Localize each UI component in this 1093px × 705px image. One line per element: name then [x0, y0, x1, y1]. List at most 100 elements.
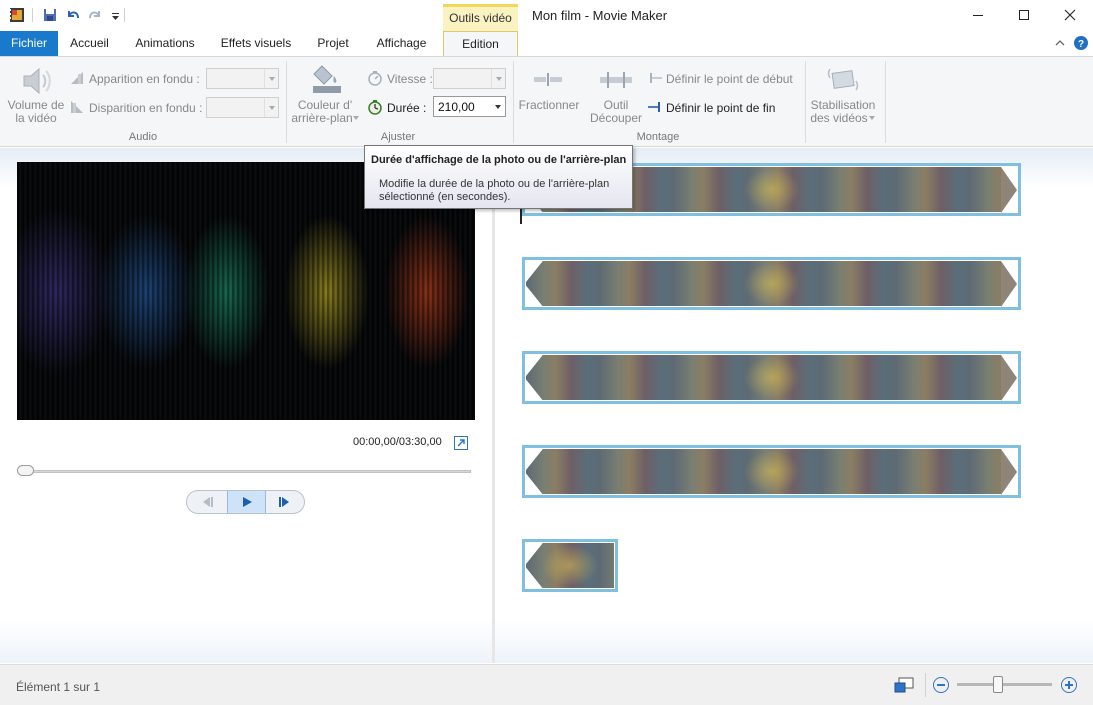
clip-end-marker [1001, 355, 1017, 401]
video-clip-thumbnails [525, 449, 1017, 494]
trim-tool-label-2: Découper [589, 111, 643, 125]
play-icon [243, 497, 252, 507]
clip-end-marker [1001, 449, 1017, 495]
background-color-label-2: arrière-plan [291, 111, 353, 125]
minimize-icon [973, 15, 983, 16]
minimize-button[interactable] [955, 0, 1001, 30]
storyboard-clip-row[interactable] [522, 351, 1021, 404]
status-bar: Élément 1 sur 1 [0, 664, 1093, 705]
chevron-down-icon [491, 69, 505, 88]
playback-controls [186, 490, 305, 514]
qat-divider [124, 8, 125, 22]
statusbar-divider [925, 673, 926, 697]
tab-file[interactable]: Fichier [0, 31, 58, 56]
qat-divider [32, 8, 33, 22]
next-frame-icon [279, 497, 289, 507]
split-icon[interactable] [532, 69, 566, 89]
collapse-ribbon-icon[interactable] [1054, 38, 1066, 48]
group-label-adjust: Ajuster [380, 131, 416, 143]
zoom-slider-track[interactable] [957, 683, 1052, 686]
duration-combo[interactable]: 210,00 [433, 96, 506, 117]
window-title: Mon film - Movie Maker [532, 8, 668, 23]
pane-splitter[interactable] [492, 148, 495, 663]
group-separator [286, 61, 287, 143]
duration-icon [368, 100, 382, 115]
duration-label: Durée : [387, 101, 427, 115]
fade-in-icon [71, 72, 83, 84]
tooltip-body: Modifie la durée de la photo ou de l'arr… [379, 178, 610, 203]
fade-out-icon [71, 101, 83, 113]
group-label-audio: Audio [128, 131, 158, 143]
group-separator [885, 61, 886, 143]
customize-qat-icon[interactable] [108, 7, 124, 23]
thumbnail-size-icon[interactable] [894, 677, 914, 694]
next-frame-button[interactable] [267, 491, 304, 513]
duration-tooltip: Durée d'affichage de la photo ou de l'ar… [364, 145, 633, 209]
status-item-count: Élément 1 sur 1 [16, 680, 101, 694]
maximize-button[interactable] [1001, 0, 1047, 30]
speed-combo[interactable] [433, 68, 506, 89]
chevron-down-icon[interactable] [491, 97, 505, 116]
tab-home[interactable]: Accueil [58, 31, 121, 56]
ribbon-tabs: Fichier Accueil Animations Effets visuel… [0, 31, 1093, 57]
redo-icon[interactable] [87, 7, 103, 23]
save-icon[interactable] [42, 7, 58, 23]
trim-tool-icon[interactable] [598, 69, 634, 91]
fade-in-label: Apparition en fondu : [89, 72, 200, 86]
tab-animations[interactable]: Animations [121, 31, 209, 56]
fade-in-combo[interactable] [206, 68, 279, 89]
duration-value[interactable]: 210,00 [438, 100, 475, 114]
seek-bar[interactable] [18, 470, 471, 473]
video-clip-thumbnails [525, 543, 614, 588]
storyboard-clip-row[interactable] [522, 445, 1021, 498]
previous-frame-icon [203, 497, 213, 507]
video-clip-thumbnails [525, 355, 1017, 400]
play-button[interactable] [227, 491, 266, 513]
previous-frame-button[interactable] [187, 491, 226, 513]
group-label-editing: Montage [636, 131, 680, 143]
split-label: Fractionner [518, 98, 580, 112]
movie-maker-app-icon [10, 8, 24, 22]
preview-timecode: 00:00,00/03:30,00 [353, 436, 442, 448]
help-icon[interactable]: ? [1073, 35, 1089, 51]
video-clip-thumbnails [525, 261, 1017, 306]
speed-label: Vitesse : [387, 72, 433, 86]
video-stabilization-icon[interactable] [826, 63, 860, 97]
set-end-point-icon [648, 102, 660, 112]
zoom-out-icon [937, 684, 945, 686]
close-button[interactable] [1047, 0, 1093, 30]
contextual-tab-group: Outils vidéo [443, 4, 518, 31]
zoom-slider-thumb[interactable] [992, 676, 1003, 693]
storyboard-clip-row[interactable] [522, 539, 618, 592]
fullscreen-icon[interactable] [454, 436, 468, 450]
fade-out-combo[interactable] [206, 97, 279, 118]
chevron-down-icon [264, 98, 278, 117]
chevron-down-icon [869, 116, 875, 120]
chevron-down-icon [353, 116, 359, 120]
set-end-point-button[interactable]: Définir le point de fin [666, 101, 775, 115]
speed-icon [368, 71, 382, 86]
zoom-in-icon [1065, 681, 1073, 689]
tab-view[interactable]: Affichage [363, 31, 440, 56]
clip-end-marker [1001, 167, 1017, 213]
storyboard-clip-row[interactable] [522, 257, 1021, 310]
set-start-point-button[interactable]: Définir le point de début [666, 72, 793, 86]
chevron-down-icon [264, 69, 278, 88]
tooltip-title: Durée d'affichage de la photo ou de l'ar… [371, 154, 627, 166]
maximize-icon [1019, 10, 1029, 20]
tab-edition[interactable]: Edition [443, 31, 518, 57]
background-color-icon[interactable] [310, 62, 344, 96]
tab-visual-effects[interactable]: Effets visuels [209, 31, 303, 56]
seek-bar-thumb[interactable] [17, 465, 34, 476]
svg-text:?: ? [1078, 39, 1084, 50]
title-bar: Outils vidéo Mon film - Movie Maker [0, 0, 1093, 31]
zoom-in-button[interactable] [1061, 677, 1077, 693]
zoom-out-button[interactable] [933, 677, 949, 693]
set-start-point-icon [650, 73, 662, 83]
tab-project[interactable]: Projet [303, 31, 363, 56]
undo-icon[interactable] [65, 7, 81, 23]
video-volume-icon[interactable] [18, 63, 54, 99]
video-volume-label-2: la vidéo [15, 111, 57, 125]
ribbon-panel: Volume de la vidéo Apparition en fondu :… [0, 56, 1093, 147]
close-icon [1064, 9, 1076, 21]
